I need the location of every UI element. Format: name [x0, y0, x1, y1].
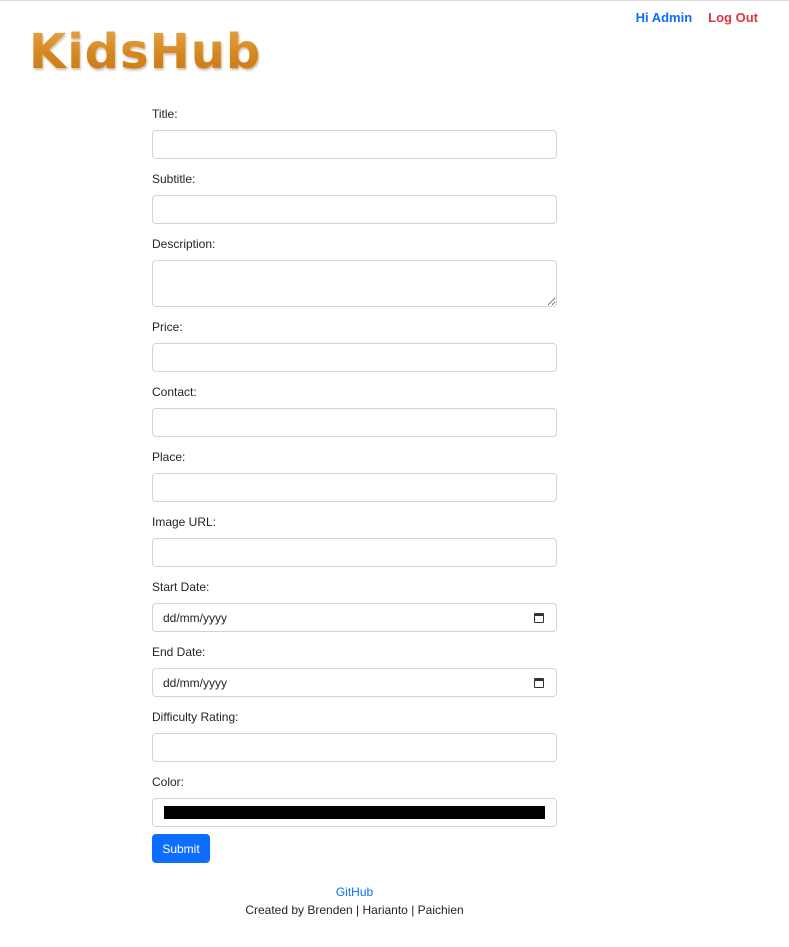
description-label: Description: [152, 237, 216, 251]
color-picker[interactable] [152, 798, 557, 827]
end-date-label: End Date: [152, 645, 206, 659]
place-label: Place: [152, 450, 186, 464]
top-border [0, 0, 789, 1]
subtitle-label: Subtitle: [152, 172, 196, 186]
subtitle-input[interactable] [152, 195, 557, 224]
start-date-input[interactable]: dd/mm/yyyy [152, 603, 557, 632]
price-input[interactable] [152, 343, 557, 372]
github-link[interactable]: GitHub [336, 885, 373, 899]
color-group: Color: [152, 774, 557, 827]
event-form: Title: Subtitle: Description: Price: Con… [152, 106, 557, 839]
credits-text: Created by Brenden | Harianto | Paichien [245, 903, 464, 917]
logout-link[interactable]: Log Out [708, 9, 758, 27]
submit-button[interactable]: Submit [152, 834, 210, 863]
start-date-label: Start Date: [152, 580, 210, 594]
description-group: Description: [152, 236, 557, 307]
title-label: Title: [152, 107, 178, 121]
color-label: Color: [152, 775, 185, 789]
title-input[interactable] [152, 130, 557, 159]
top-nav: Hi Admin Log Out [636, 9, 758, 27]
end-date-placeholder: dd/mm/yyyy [163, 675, 228, 690]
footer: GitHub Created by Brenden | Harianto | P… [152, 883, 557, 919]
calendar-icon[interactable] [534, 612, 544, 623]
price-group: Price: [152, 319, 557, 372]
image-url-input[interactable] [152, 538, 557, 567]
calendar-icon[interactable] [534, 677, 544, 688]
start-date-placeholder: dd/mm/yyyy [163, 610, 228, 625]
description-textarea[interactable] [152, 260, 557, 307]
difficulty-rating-group: Difficulty Rating: [152, 709, 557, 762]
end-date-input[interactable]: dd/mm/yyyy [152, 668, 557, 697]
image-url-group: Image URL: [152, 514, 557, 567]
price-label: Price: [152, 320, 183, 334]
start-date-group: Start Date: dd/mm/yyyy [152, 579, 557, 632]
color-swatch [164, 806, 545, 819]
difficulty-rating-label: Difficulty Rating: [152, 710, 239, 724]
contact-label: Contact: [152, 385, 197, 399]
subtitle-group: Subtitle: [152, 171, 557, 224]
image-url-label: Image URL: [152, 515, 217, 529]
kidshub-logo[interactable]: KidsHub [29, 24, 261, 80]
place-group: Place: [152, 449, 557, 502]
contact-group: Contact: [152, 384, 557, 437]
place-input[interactable] [152, 473, 557, 502]
contact-input[interactable] [152, 408, 557, 437]
end-date-group: End Date: dd/mm/yyyy [152, 644, 557, 697]
title-group: Title: [152, 106, 557, 159]
user-greeting-link[interactable]: Hi Admin [636, 9, 693, 27]
difficulty-rating-input[interactable] [152, 733, 557, 762]
